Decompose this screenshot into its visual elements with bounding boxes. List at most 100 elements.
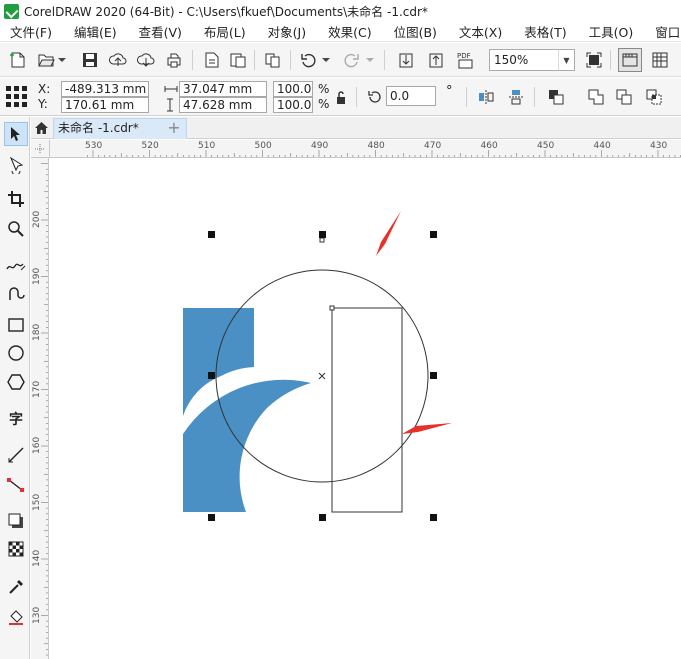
blue-arc-shape[interactable] [183, 379, 311, 512]
full-screen-button[interactable] [582, 48, 606, 72]
object-manager-button[interactable] [260, 48, 284, 72]
scale-height-field[interactable]: 100.0 [273, 97, 313, 113]
reference-point-selector[interactable] [5, 85, 29, 109]
mirror-vertical-button[interactable] [504, 85, 528, 109]
handle-bottom-left [208, 514, 215, 521]
redo-button[interactable] [340, 48, 364, 72]
circle-node-handle[interactable] [319, 237, 325, 243]
import-file-button[interactable] [394, 48, 418, 72]
cloud-download-button[interactable] [134, 48, 158, 72]
eyedropper-icon [9, 580, 23, 594]
undo-icon [301, 53, 316, 68]
new-document-button[interactable] [6, 48, 30, 72]
weld-icon [588, 89, 604, 105]
vertical-ruler[interactable]: 200 190 180 170 160 150 140 130 [31, 158, 49, 659]
connector-icon [7, 478, 24, 492]
export-file-button[interactable] [424, 48, 448, 72]
menu-text[interactable]: 文本(X) [448, 22, 513, 41]
vertical-ruler-label: 160 [32, 436, 42, 454]
menu-file[interactable]: 文件(F) [0, 22, 63, 41]
rectangle-tool[interactable] [4, 313, 28, 337]
menu-effects[interactable]: 效果(C) [317, 22, 382, 41]
width-field[interactable]: 37.047 mm [179, 81, 267, 97]
text-tool[interactable]: 字 [4, 407, 28, 431]
print-button[interactable] [162, 48, 186, 72]
ruler-origin-corner[interactable] [31, 140, 50, 158]
shape-tool[interactable] [4, 153, 28, 177]
save-button[interactable] [78, 48, 102, 72]
menu-window[interactable]: 窗口 [644, 22, 681, 41]
weld-button[interactable] [584, 85, 608, 109]
ellipse-tool[interactable] [4, 341, 28, 365]
dimension-icon [8, 447, 24, 463]
zoom-level-select[interactable]: 150% ▼ [489, 49, 575, 71]
center-mark[interactable] [318, 372, 326, 380]
rectangle-node-handle[interactable] [329, 305, 335, 311]
mirror-horizontal-button[interactable] [474, 85, 498, 109]
show-rulers-button[interactable] [618, 48, 642, 72]
y-position-field[interactable]: 170.61 mm [61, 97, 149, 113]
polygon-icon [7, 374, 25, 390]
crop-tool[interactable] [4, 187, 28, 211]
open-dropdown-button[interactable] [56, 48, 68, 72]
menu-table[interactable]: 表格(T) [513, 22, 577, 41]
import-button[interactable] [200, 48, 224, 72]
menu-view[interactable]: 查看(V) [128, 22, 193, 41]
parallel-dimension-tool[interactable] [4, 443, 28, 467]
toolbox: 字 [0, 117, 30, 659]
menu-tools[interactable]: 工具(O) [578, 22, 645, 41]
cloud-upload-button[interactable] [106, 48, 130, 72]
export-button[interactable] [226, 48, 250, 72]
home-icon [35, 122, 48, 134]
undo-button[interactable] [296, 48, 320, 72]
horizontal-ruler-label: 430 [650, 141, 668, 151]
vertical-ruler-label: 140 [32, 549, 42, 567]
folder-open-icon [38, 54, 55, 67]
x-position-field[interactable]: -489.313 mm [61, 81, 149, 97]
arrange-icon [549, 90, 564, 105]
drop-shadow-tool[interactable] [4, 509, 28, 533]
open-button[interactable] [34, 48, 58, 72]
redo-dropdown-button[interactable] [364, 48, 376, 72]
interactive-fill-tool[interactable] [4, 605, 28, 629]
publish-pdf-button[interactable]: PDF [454, 48, 478, 72]
scale-width-field[interactable]: 100.0 [273, 81, 313, 97]
horizontal-ruler-label: 440 [593, 141, 611, 151]
intersect-button[interactable] [642, 85, 666, 109]
menu-edit[interactable]: 编辑(E) [63, 22, 128, 41]
new-tab-button[interactable]: + [163, 118, 185, 138]
show-grid-button[interactable] [648, 48, 672, 72]
welcome-home-tab[interactable] [31, 118, 52, 138]
toolbar-separator [466, 87, 467, 107]
menu-bitmaps[interactable]: 位图(B) [383, 22, 448, 41]
polygon-tool[interactable] [4, 370, 28, 394]
freehand-tool[interactable] [4, 253, 28, 277]
property-bar: X: Y: -489.313 mm 170.61 mm 37.047 mm 47… [0, 78, 681, 116]
height-field[interactable]: 47.628 mm [179, 97, 267, 113]
undo-dropdown-button[interactable] [320, 48, 332, 72]
red-arrow-annotation-top [376, 211, 401, 256]
lock-ratio-icon[interactable] [334, 90, 348, 106]
drawing-area [183, 211, 452, 521]
rectangle-outline-shape[interactable] [331, 307, 403, 513]
cloud-download-icon [137, 53, 155, 67]
title-bar: CorelDRAW 2020 (64-Bit) - C:\Users\fkuef… [0, 0, 681, 22]
menu-layout[interactable]: 布局(L) [193, 22, 257, 41]
red-arrow-annotation-right [402, 423, 452, 434]
arrange-button[interactable] [544, 85, 568, 109]
trim-button[interactable] [612, 85, 636, 109]
import-icon [205, 52, 219, 68]
transparency-tool[interactable] [4, 537, 28, 561]
horizontal-ruler[interactable]: 530 520 510 500 490 480 470 460 450 440 430 [50, 140, 681, 158]
drawing-canvas[interactable] [50, 158, 681, 659]
pick-tool[interactable] [4, 122, 28, 146]
bezier-tool[interactable] [4, 282, 28, 306]
rectangle-icon [8, 318, 24, 332]
rotation-angle-field[interactable]: 0.0 [386, 86, 436, 106]
vertical-ruler-label: 170 [32, 380, 42, 398]
connector-tool[interactable] [4, 473, 28, 497]
zoom-tool[interactable] [4, 217, 28, 241]
rotation-icon [368, 91, 381, 103]
eyedropper-tool[interactable] [4, 575, 28, 599]
menu-object[interactable]: 对象(J) [257, 22, 317, 41]
